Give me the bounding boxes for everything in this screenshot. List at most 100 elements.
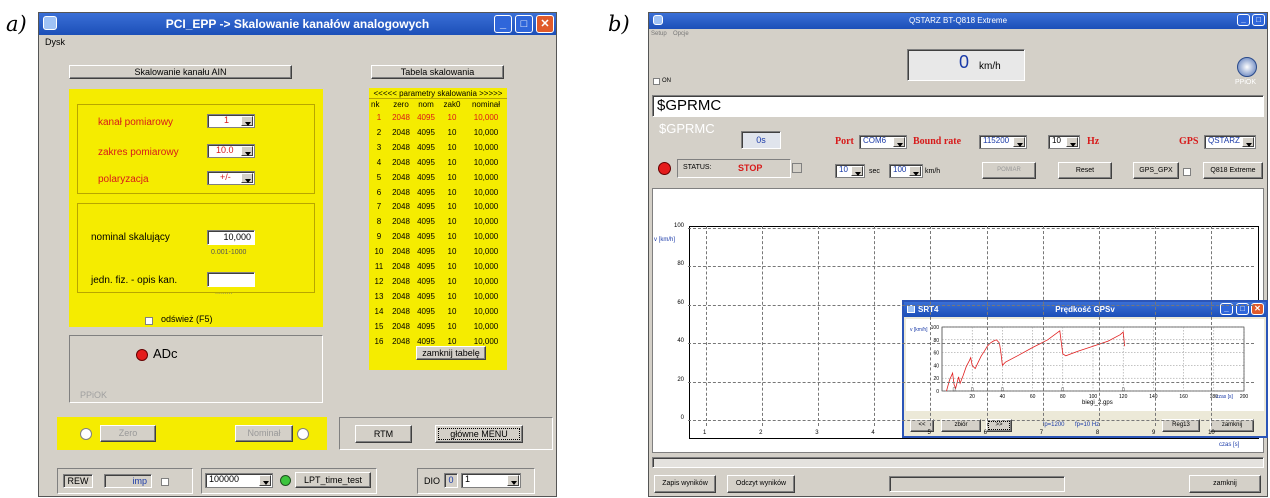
main-grid-hline [688, 420, 1254, 422]
table-cell: 10 [447, 202, 457, 212]
main-grid-vline [1042, 226, 1044, 426]
table-cell: 11 [374, 262, 384, 271]
on-checkbox[interactable] [653, 78, 660, 85]
h-scrollbar[interactable] [652, 457, 1264, 468]
menu-setup[interactable]: Setup [651, 31, 667, 37]
reset-button[interactable]: Reset [1058, 162, 1112, 179]
table-cell: 10 [447, 306, 457, 316]
zero-radio[interactable] [80, 428, 92, 440]
scaling-window-titlebar: PCI_EPP -> Skalowanie kanałów analogowyc… [39, 13, 556, 35]
adc-panel: ADc PPiOK [69, 335, 323, 403]
table-cell: 2048 [392, 172, 410, 182]
port-select[interactable]: COM6 [859, 135, 907, 149]
table-cell: 2048 [392, 276, 410, 286]
sec-label: sec [869, 168, 880, 175]
table-cell: 16 [374, 336, 384, 346]
table-cell: 10 [447, 247, 457, 257]
table-cell: 4095 [417, 202, 435, 212]
zakres-select[interactable]: 10.0 [207, 144, 255, 158]
main-grid-vline [874, 226, 876, 426]
kmh-select[interactable]: 100 [889, 164, 923, 178]
jedn-input[interactable] [207, 272, 255, 287]
chevron-down-icon [241, 173, 253, 183]
zero-nominal-panel: Zero Nominał [57, 417, 327, 450]
table-cell: 4095 [417, 306, 435, 316]
app-icon [43, 16, 57, 30]
maximize-icon[interactable]: □ [515, 15, 533, 33]
status-label: STATUS: [683, 164, 712, 171]
kanal-select[interactable]: 1 [207, 114, 255, 128]
ppiok-label: PPiOK [1235, 79, 1257, 86]
table-cell: 4095 [417, 247, 435, 257]
main-xtick-label: 4 [871, 430, 875, 436]
status-checkbox[interactable] [792, 163, 802, 173]
close-table-button[interactable]: zamknij tabelę [416, 346, 486, 360]
main-menu-button[interactable]: główne MENU [435, 425, 523, 443]
kmh-label: km/h [925, 168, 941, 175]
lpt-led-icon [280, 475, 291, 486]
table-cell: 8 [376, 217, 382, 227]
gps-select[interactable]: QSTARZ [1204, 135, 1256, 149]
zero-button[interactable]: Zero [100, 425, 156, 442]
ppiok-label: PPiOK [80, 390, 108, 400]
srt4-window: SRT4 Prędkość GPSv _ □ ✕ 20 40 60 80 100 120 1… [902, 300, 1268, 438]
menu-opcje[interactable]: Opcje [673, 31, 689, 37]
bound-select[interactable]: 115200 [979, 135, 1027, 149]
minimize-icon[interactable]: _ [1237, 14, 1250, 26]
table-cell: 10,000 [473, 321, 499, 331]
table-cell: 10,000 [473, 306, 499, 316]
chevron-down-icon [259, 475, 271, 486]
save-results-button[interactable]: Zapis wyników [654, 475, 716, 493]
table-cell: 10 [447, 217, 457, 227]
count-select[interactable]: 100000 [205, 473, 273, 488]
lp-label: lp=1200 [1043, 422, 1065, 428]
table-cell: 10 [447, 232, 457, 242]
jedn-label: jedn. fiz. - opis kan. [91, 275, 178, 286]
odswiez-checkbox[interactable] [145, 317, 153, 325]
gps-gpx-button[interactable]: GPS_GPX [1133, 162, 1179, 179]
lpt-test-button[interactable]: LPT_time_test [295, 472, 371, 488]
srt4-file-label: biegi_2.gps [1082, 400, 1113, 406]
main-xtick-label: 6 [983, 430, 987, 436]
polar-select[interactable]: +/- [207, 171, 255, 185]
close-icon[interactable]: ✕ [536, 15, 554, 33]
pomiar-button[interactable]: POMIAR [982, 162, 1036, 179]
table-cell: 10,000 [473, 187, 499, 197]
dio-value: 0 [444, 473, 458, 488]
menu-dysk[interactable]: Dysk [45, 37, 65, 47]
imp-checkbox[interactable] [161, 478, 169, 486]
scaling-table-button[interactable]: Tabela skalowania [371, 65, 504, 79]
gps-label: GPS [1179, 136, 1199, 147]
table-cell: 10,000 [473, 247, 499, 257]
nmea-field[interactable]: $GPRMC [652, 95, 1264, 117]
hz-select[interactable]: 10 [1048, 135, 1080, 149]
main-grid-vline [1154, 226, 1156, 426]
ain-scaling-button[interactable]: Skalowanie kanału AIN [69, 65, 292, 79]
q818-button[interactable]: Q818 Extreme [1203, 162, 1263, 179]
nominal-input[interactable]: 10,000 [207, 230, 255, 245]
minimize-icon[interactable]: _ [494, 15, 512, 33]
rtm-button[interactable]: RTM [355, 425, 412, 443]
table-cell: 10 [447, 262, 457, 271]
y-tick-label: 100 [931, 325, 940, 331]
nominal-radio[interactable] [297, 428, 309, 440]
main-xtick-label: 9 [1151, 430, 1156, 436]
status-bar-field [889, 476, 1065, 492]
close-button[interactable]: zamknij [1189, 475, 1261, 493]
table-cell: 10,000 [473, 291, 499, 301]
table-cell: 2048 [392, 247, 410, 257]
dio-select[interactable]: 1 [461, 473, 521, 488]
x-tick-label: 120 [1119, 394, 1128, 400]
panel-b-letter: b) [608, 12, 630, 36]
maximize-icon[interactable]: □ [1252, 14, 1265, 26]
sec-select[interactable]: 10 [835, 164, 865, 178]
table-cell: 10 [447, 187, 457, 197]
read-results-button[interactable]: Odczyt wyników [727, 475, 795, 493]
gpx-checkbox[interactable] [1183, 168, 1191, 176]
fp-label: fp=10 Hz [1075, 422, 1100, 428]
table-cell: 10 [447, 127, 457, 137]
status-led-icon [658, 162, 671, 175]
table-cell: 10 [447, 336, 457, 346]
zakres-label: zakres pomiarowy [98, 147, 179, 158]
nominal-button[interactable]: Nominał [235, 425, 293, 442]
